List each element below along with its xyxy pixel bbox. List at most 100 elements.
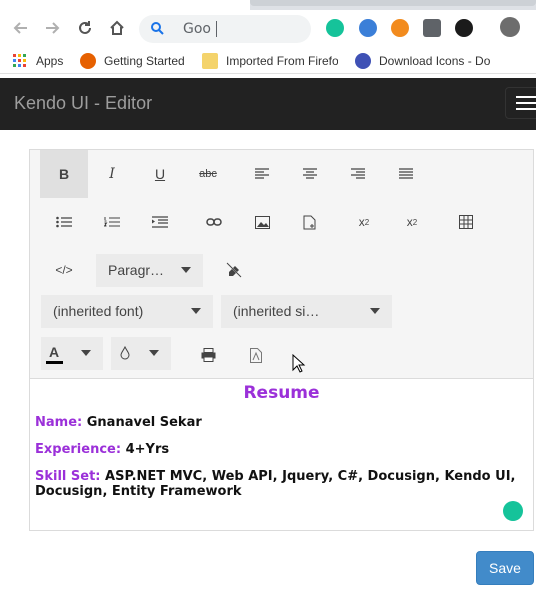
unordered-list-button[interactable] (40, 198, 88, 246)
justify-right-button[interactable] (334, 150, 382, 198)
text-caret (216, 21, 217, 37)
address-bar[interactable]: Goo (139, 15, 311, 43)
table-icon (459, 215, 473, 229)
indent-button[interactable] (136, 198, 184, 246)
file-icon (303, 215, 316, 229)
create-table-button[interactable] (442, 198, 490, 246)
strikethrough-button[interactable]: abc (184, 150, 232, 198)
save-button[interactable]: Save (476, 551, 534, 585)
color-swatch (46, 361, 63, 364)
justify-left-icon (255, 168, 269, 179)
folder-icon (202, 53, 218, 69)
justify-left-button[interactable] (238, 150, 286, 198)
bookmark-label: Apps (36, 54, 64, 68)
browser-tab-strip (0, 0, 536, 10)
format-dropdown[interactable]: Paragr… (96, 254, 203, 287)
clean-formatting-button[interactable] (210, 246, 258, 294)
bookmarks-bar: Apps Getting Started Imported From Firef… (0, 48, 536, 74)
skillset-line: Skill Set: ASP.NET MVC, Web API, Jquery,… (35, 469, 525, 499)
bookmark-getting-started[interactable]: Getting Started (80, 52, 185, 70)
dark-extension-icon[interactable] (455, 19, 473, 37)
name-line: Name: Gnanavel Sekar (35, 415, 525, 430)
experience-value: 4+Yrs (125, 442, 170, 457)
image-icon (254, 215, 270, 229)
grammarly-extension-icon[interactable] (326, 19, 344, 37)
app-navbar: Kendo UI - Editor (0, 78, 536, 130)
print-icon (201, 348, 215, 362)
indent-icon (152, 216, 168, 228)
menu-toggle-button[interactable] (505, 87, 536, 119)
underline-button[interactable]: U (136, 150, 184, 198)
star-badge-icon (355, 53, 371, 69)
justify-full-icon (399, 168, 413, 179)
hamburger-icon (516, 108, 536, 110)
justify-right-icon (351, 168, 365, 179)
chevron-down-icon (191, 308, 201, 314)
experience-line: Experience: 4+Yrs (35, 442, 525, 457)
bookmark-label: Download Icons - Do (379, 54, 491, 68)
link-icon (206, 218, 222, 226)
font-size-value: (inherited si… (233, 303, 320, 319)
hamburger-icon (516, 102, 536, 104)
justify-full-button[interactable] (382, 150, 430, 198)
reload-icon[interactable] (71, 14, 99, 42)
avg-extension-icon[interactable] (423, 19, 441, 37)
pdf-icon (250, 347, 262, 363)
bookmark-apps[interactable]: Apps (12, 52, 63, 70)
fore-color-picker[interactable]: A (41, 337, 103, 370)
grammarly-icon[interactable] (503, 501, 523, 521)
chevron-down-icon (149, 350, 159, 356)
profile-avatar[interactable] (500, 17, 520, 37)
home-icon[interactable] (103, 14, 131, 42)
name-value: Gnanavel Sekar (86, 415, 202, 430)
chevron-down-icon (181, 267, 191, 273)
font-name-dropdown[interactable]: (inherited font) (41, 295, 213, 328)
italic-button[interactable]: I (88, 150, 136, 198)
bullet-list-icon (56, 216, 72, 228)
name-label: Name: (35, 415, 83, 430)
chevron-down-icon (370, 308, 380, 314)
ordered-list-button[interactable] (88, 198, 136, 246)
bold-button[interactable]: B (40, 150, 88, 198)
browser-toolbar: Goo (0, 10, 536, 48)
justify-center-button[interactable] (286, 150, 334, 198)
font-color-icon: A (49, 344, 60, 360)
browser-active-tab[interactable] (0, 0, 250, 10)
subscript-button[interactable]: x2 (340, 198, 388, 246)
font-name-value: (inherited font) (53, 303, 144, 319)
print-button[interactable] (184, 331, 232, 379)
export-pdf-button[interactable] (232, 331, 280, 379)
bookmark-imported-from-firefox[interactable]: Imported From Firefox (202, 52, 338, 70)
back-color-picker[interactable] (111, 337, 171, 370)
back-icon[interactable] (7, 14, 35, 42)
globe-extension-icon[interactable] (359, 19, 377, 37)
view-html-button[interactable]: </> (40, 246, 88, 294)
insert-link-button[interactable] (190, 198, 238, 246)
forward-icon[interactable] (38, 14, 66, 42)
bookmark-label: Imported From Firefox (226, 54, 338, 68)
numbered-list-icon (104, 217, 120, 227)
superscript-button[interactable]: x2 (388, 198, 436, 246)
skillset-value: ASP.NET MVC, Web API, Jquery, C#, Docusi… (35, 469, 516, 499)
apps-grid-icon (12, 53, 28, 69)
address-text: Goo (183, 21, 211, 37)
editor-toolbar: B I U abc x 2 x 2 </> Paragr… (inherited… (30, 150, 533, 379)
firefox-icon (80, 53, 96, 69)
bookmark-download-icons[interactable]: Download Icons - Do (355, 52, 533, 70)
hamburger-icon (516, 96, 536, 98)
font-size-dropdown[interactable]: (inherited si… (221, 295, 392, 328)
browser-inactive-tab[interactable] (250, 0, 536, 6)
navbar-brand[interactable]: Kendo UI - Editor (14, 93, 152, 114)
skillset-label: Skill Set: (35, 469, 101, 484)
mouse-cursor-icon (292, 354, 306, 373)
bookmark-label: Getting Started (104, 54, 185, 68)
chevron-down-icon (81, 350, 91, 356)
format-dropdown-value: Paragr… (108, 262, 165, 278)
resume-title: Resume (243, 383, 320, 403)
insert-file-button[interactable] (286, 198, 334, 246)
orange-extension-icon[interactable] (391, 19, 409, 37)
kendo-editor: B I U abc x 2 x 2 </> Paragr… (inherited… (29, 149, 534, 531)
search-icon (150, 21, 164, 40)
insert-image-button[interactable] (238, 198, 286, 246)
editor-content-area[interactable]: Resume Name: Gnanavel Sekar Experience: … (30, 379, 533, 530)
